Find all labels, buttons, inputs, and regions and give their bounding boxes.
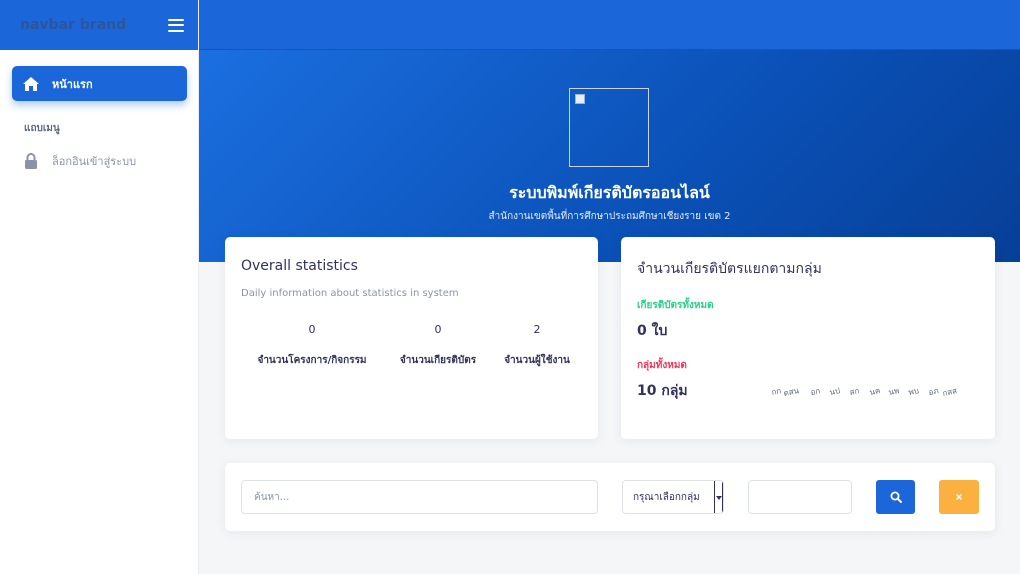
group-axis-label: กก	[770, 386, 783, 398]
sidebar-item-label: ล็อกอินเข้าสู่ระบบ	[52, 155, 137, 168]
clear-button[interactable]: ×	[939, 480, 979, 514]
card-title: จำนวนเกียรติบัตรแยกตามกลุ่ม	[637, 261, 822, 277]
hamburger-menu-icon[interactable]	[168, 18, 184, 32]
group-axis-label: นป	[828, 386, 841, 398]
group-axis-label: อภ	[927, 386, 940, 398]
top-navbar	[199, 0, 1020, 50]
secondary-filter-input[interactable]	[748, 480, 852, 514]
stat-projects: 0 จำนวนโครงการ/กิจกรรม	[249, 323, 375, 368]
group-axis-label: อก	[809, 386, 822, 398]
page-subtitle: สำนักงานเขตพื้นที่การศึกษาประถมศึกษาเชีย…	[488, 211, 731, 222]
stat-label: จำนวนโครงการ/กิจกรรม	[257, 355, 367, 366]
certificates-by-group-card: จำนวนเกียรติบัตรแยกตามกลุ่ม เกียรติบัตรท…	[621, 237, 995, 439]
total-groups-label: กลุ่มทั้งหมด	[637, 360, 687, 371]
stat-label: จำนวนผู้ใช้งาน	[504, 355, 570, 366]
stat-value: 0	[308, 323, 316, 336]
sidebar-item-login[interactable]: ล็อกอินเข้าสู่ระบบ	[24, 152, 136, 170]
group-axis-label: นพ	[887, 386, 901, 398]
hero-header: ระบบพิมพ์เกียรติบัตรออนไลน์ สำนักงานเขตพ…	[199, 50, 1020, 262]
card-subtitle: Daily information about statistics in sy…	[241, 288, 459, 299]
search-icon	[890, 491, 902, 503]
sidebar-heading: แถบเมนู	[24, 123, 60, 134]
group-axis-label: นค	[868, 385, 882, 398]
search-filter-bar: กรุณาเลือกกลุ่ม ×	[225, 463, 995, 531]
group-select-value: กรุณาเลือกกลุ่ม	[633, 491, 700, 503]
sidebar: navbar brand หน้าแรก แถบเมนู ล็อกอินเข้า…	[0, 0, 199, 574]
search-input[interactable]	[241, 480, 598, 514]
stat-users: 2 จำนวนผู้ใช้งาน	[495, 323, 579, 368]
group-axis-label: พบ	[907, 386, 920, 398]
lock-icon	[25, 153, 37, 169]
navbar-brand[interactable]: navbar brand	[20, 17, 126, 33]
chevron-down-icon	[714, 481, 723, 513]
group-axis-label: กสส	[941, 386, 958, 399]
logo-image	[569, 88, 649, 167]
sidebar-header: navbar brand	[0, 0, 198, 50]
search-button[interactable]	[876, 480, 915, 514]
home-icon	[23, 76, 39, 91]
sidebar-item-label: หน้าแรก	[52, 77, 93, 91]
card-title: Overall statistics	[241, 258, 358, 274]
total-groups-value: 10 กลุ่ม	[637, 383, 688, 399]
total-certificates-label: เกียรติบัตรทั้งหมด	[637, 300, 714, 311]
stat-label: จำนวนเกียรติบัตร	[399, 355, 477, 366]
page-title: ระบบพิมพ์เกียรติบัตรออนไลน์	[509, 183, 710, 202]
group-axis-label: สก	[848, 386, 861, 398]
stat-certificates: 0 จำนวนเกียรติบัตร	[390, 323, 486, 368]
broken-image-icon	[575, 94, 585, 104]
stat-value: 0	[434, 323, 442, 336]
group-axis-label: ตสน	[782, 386, 800, 399]
total-certificates-value: 0 ใบ	[637, 323, 668, 339]
stat-value: 2	[533, 323, 541, 336]
group-select[interactable]: กรุณาเลือกกลุ่ม	[622, 480, 724, 514]
sidebar-item-home[interactable]: หน้าแรก	[12, 66, 187, 101]
overall-statistics-card: Overall statistics Daily information abo…	[225, 237, 598, 439]
